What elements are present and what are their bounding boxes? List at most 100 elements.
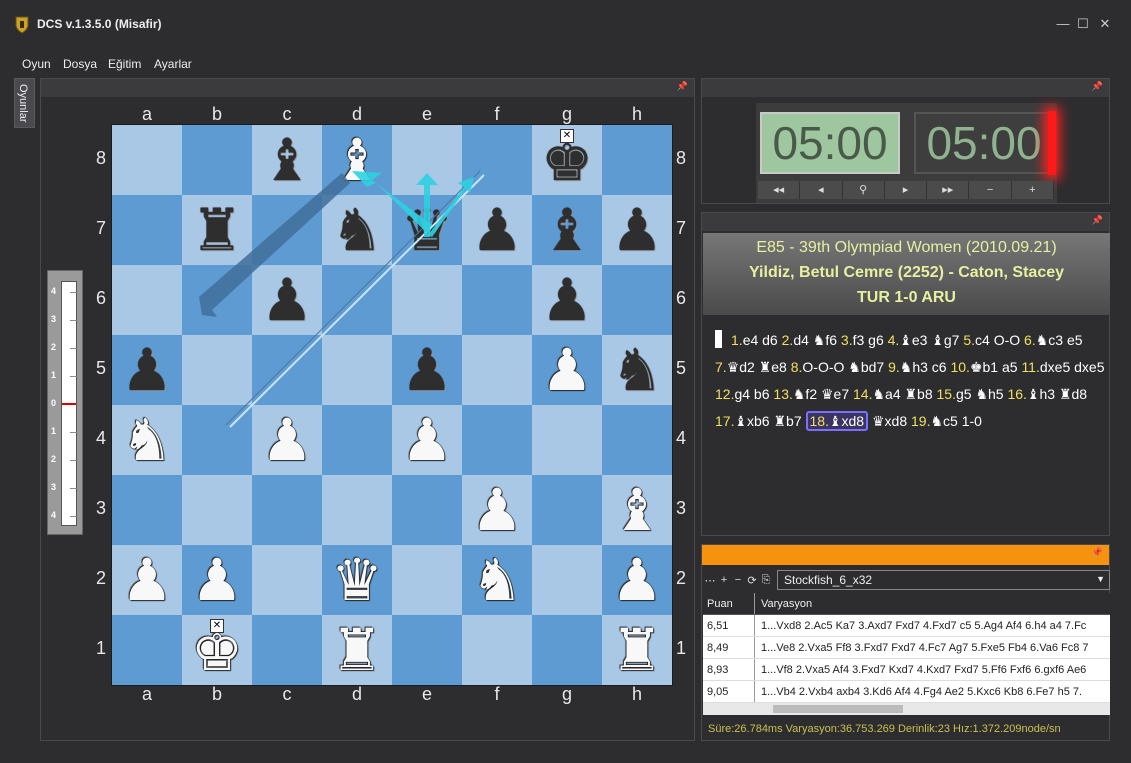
remove-line-icon[interactable]: − [731,574,745,586]
square-g7[interactable]: ♝ [532,195,602,265]
square-e1[interactable] [392,615,462,685]
square-g5[interactable]: ♟ [532,335,602,405]
black-pawn-g6[interactable]: ♟ [541,265,593,335]
white-knight-a4[interactable]: ♞ [121,405,173,475]
move-text[interactable]: ♛d2 ♜e8 [727,359,787,375]
search-button[interactable]: ⚲ [842,181,885,199]
more-icon[interactable]: ⋯ [703,574,717,587]
maximize-button[interactable]: ☐ [1072,14,1094,34]
move-text[interactable]: g4 b6 [734,386,769,402]
square-d4[interactable] [322,405,392,475]
black-knight-d7[interactable]: ♞ [331,195,383,265]
square-d1[interactable]: ♜ [322,615,392,685]
square-g1[interactable] [532,615,602,685]
move-text[interactable]: c4 O-O [975,332,1020,348]
white-pawn-g5[interactable]: ♟ [541,335,593,405]
table-row[interactable]: 6,51 1...Vxd8 2.Ac5 Ka7 3.Axd7 Fxd7 4.Fxd… [703,615,1110,637]
black-knight-h5[interactable]: ♞ [611,335,663,405]
square-g2[interactable] [532,545,602,615]
white-bishop-h3[interactable]: ♝ [611,475,663,545]
square-h8[interactable] [602,125,672,195]
decrease-button[interactable]: − [969,181,1012,199]
move-text[interactable]: ♞c5 [930,413,957,429]
move-text[interactable]: ♛xd8 [872,413,907,429]
square-g3[interactable] [532,475,602,545]
square-b2[interactable]: ♟ [182,545,252,615]
refresh-icon[interactable]: ⟳ [745,574,759,587]
black-pawn-e5[interactable]: ♟ [401,335,453,405]
square-d3[interactable] [322,475,392,545]
square-d2[interactable]: ♛ [322,545,392,615]
line-column-header[interactable]: Varyasyon [755,593,1110,614]
white-rook-h1[interactable]: ♜ [611,615,663,685]
square-f5[interactable] [462,335,532,405]
chess-board[interactable]: ♝ ♝ ♚ ✕ ♜ ♞ ♛ ♟ ♝ ♟ ♟ ♟ ♟ ♟ ♟ ♞ ♞ ♟ ♟ ♟ ♝ ♟ ♟ ♛ ♞ ♟ ♚ ✕ ♜ ♜ [112,125,672,685]
table-row[interactable]: 8,93 1...Vf8 2.Vxa5 Af4 3.Fxd7 Kxd7 4.Kxd… [703,659,1110,681]
menu-oyun[interactable]: Oyun [22,57,51,71]
black-rook-b7[interactable]: ♜ [191,195,243,265]
square-e2[interactable] [392,545,462,615]
square-c7[interactable] [252,195,322,265]
square-d8[interactable]: ♝ [322,125,392,195]
minimize-button[interactable]: — [1052,14,1074,34]
square-b4[interactable] [182,405,252,475]
square-e8[interactable] [392,125,462,195]
square-c6[interactable]: ♟ [252,265,322,335]
square-g6[interactable]: ♟ [532,265,602,335]
white-pawn-b2[interactable]: ♟ [191,545,243,615]
square-e3[interactable] [392,475,462,545]
square-c1[interactable] [252,615,322,685]
move-text[interactable]: ♞c3 e5 [1036,332,1083,348]
square-c2[interactable] [252,545,322,615]
square-e4[interactable]: ♟ [392,405,462,475]
move-text[interactable]: ♞f2 ♛e7 [793,386,849,402]
square-f1[interactable] [462,615,532,685]
games-side-tab[interactable]: Oyunlar [14,78,35,128]
engine-select[interactable]: Stockfish_6_x32 ▼ [777,570,1110,590]
last-move-button[interactable]: ▸▸ [927,181,970,199]
square-a6[interactable] [112,265,182,335]
white-queen-d2[interactable]: ♛ [331,545,383,615]
move-text[interactable]: ♝h3 ♜d8 [1027,386,1087,402]
move-text[interactable]: ♜b7 [773,413,801,429]
score-column-header[interactable]: Puan [703,593,755,614]
move-text[interactable]: ♝xd8 [829,413,864,429]
black-pawn-c6[interactable]: ♟ [261,265,313,335]
square-a7[interactable] [112,195,182,265]
square-a1[interactable] [112,615,182,685]
square-d7[interactable]: ♞ [322,195,392,265]
white-pawn-c4[interactable]: ♟ [261,405,313,475]
black-bishop-c8[interactable]: ♝ [261,125,313,195]
square-b1[interactable]: ♚ ✕ [182,615,252,685]
menu-ayarlar[interactable]: Ayarlar [154,57,192,71]
square-f8[interactable] [462,125,532,195]
black-pawn-f7[interactable]: ♟ [471,195,523,265]
white-rook-d1[interactable]: ♜ [331,615,383,685]
square-b8[interactable] [182,125,252,195]
square-f2[interactable]: ♞ [462,545,532,615]
black-pawn-a5[interactable]: ♟ [121,335,173,405]
square-f4[interactable] [462,405,532,475]
square-b5[interactable] [182,335,252,405]
horizontal-scrollbar[interactable] [703,703,1110,715]
square-e7[interactable]: ♛ [392,195,462,265]
white-pawn-e4[interactable]: ♟ [401,405,453,475]
move-text[interactable]: ♞h3 c6 [900,359,947,375]
menu-dosya[interactable]: Dosya [63,57,97,71]
black-pawn-h7[interactable]: ♟ [611,195,663,265]
previous-move-button[interactable]: ◂ [800,181,843,199]
menu-egitim[interactable]: Eğitim [108,57,141,71]
move-text[interactable]: ♚b1 a5 [970,359,1018,375]
square-c4[interactable]: ♟ [252,405,322,475]
square-h7[interactable]: ♟ [602,195,672,265]
square-e6[interactable] [392,265,462,335]
square-b7[interactable]: ♜ [182,195,252,265]
square-a3[interactable] [112,475,182,545]
table-row[interactable]: 9,05 1...Vb4 2.Vxb4 axb4 3.Kd6 Af4 4.Fg4 … [703,681,1110,703]
pin-icon[interactable]: 📌 [1092,547,1103,558]
move-text[interactable]: dxe5 dxe5 [1040,359,1105,375]
square-c3[interactable] [252,475,322,545]
white-pawn-h2[interactable]: ♟ [611,545,663,615]
square-a8[interactable] [112,125,182,195]
move-text[interactable]: 1-0 [962,413,982,429]
